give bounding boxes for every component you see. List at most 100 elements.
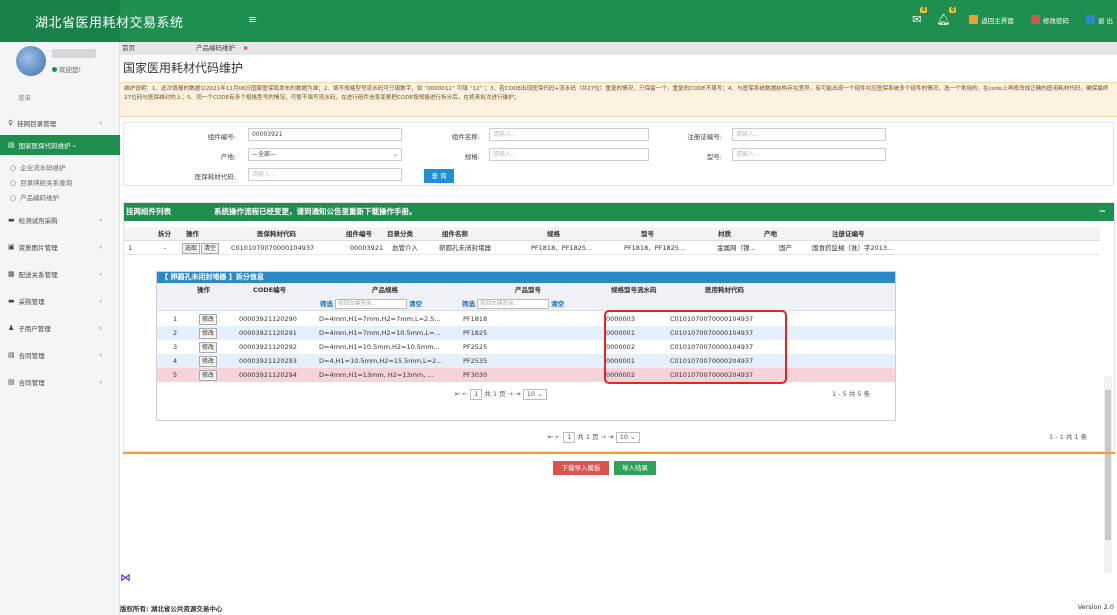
edit-button[interactable]: 修改: [199, 370, 218, 381]
copyright: 版权所有: 湖北省公共资源交易中心: [120, 605, 223, 613]
component-no-input[interactable]: 00003921: [248, 128, 402, 141]
avatar: [16, 46, 46, 76]
sidebar-item-reagent[interactable]: ▬ 检测试剂采购 ‹: [0, 213, 120, 227]
bell-icon[interactable]: 🔔︎ 0: [936, 7, 957, 26]
panel-notice: 系统操作流程已经变更，请到通知公告里重新下载操作手册。: [214, 207, 417, 216]
col-material: 材质: [718, 230, 731, 238]
model-filter: 筛选 按回车键查询... 清空: [462, 297, 564, 311]
cart-icon: ▬: [8, 297, 15, 305]
model-clear-button[interactable]: 清空: [551, 300, 564, 308]
table-row[interactable]: 1 - 选取 清空 C0101070070000104937 00003921 血…: [124, 241, 1100, 255]
sidebar-subitem-mapping[interactable]: ○ 目录映射关系查询: [10, 177, 72, 187]
model-filter-button[interactable]: 筛选: [462, 300, 475, 308]
sidebar-item-purchase[interactable]: ▬ 采购管理 ‹: [0, 294, 120, 308]
select-button[interactable]: 选取: [182, 243, 201, 254]
edit-button[interactable]: 修改: [199, 314, 218, 325]
row-spec: PF1818、PF1825...: [531, 244, 593, 252]
spec-filter: 筛选 按回车键查询... 清空: [320, 297, 422, 311]
edit-button[interactable]: 修改: [199, 342, 218, 353]
next-page-icon[interactable]: ⇢: [601, 433, 606, 441]
home-button[interactable]: 返回主界面: [969, 15, 1014, 25]
last-page-icon[interactable]: ⇥: [515, 390, 520, 398]
sidebar-item-images[interactable]: ▣ 资质图片管理 ‹: [0, 240, 120, 254]
spec-input[interactable]: 请输入...: [489, 148, 649, 161]
component-no-label: 组件编号:: [207, 133, 236, 141]
row-material: 金属网（镍...: [717, 244, 756, 252]
page-input[interactable]: 1: [563, 432, 576, 443]
cart-icon: ▬: [8, 216, 15, 224]
sidebar-item-contract-2[interactable]: ▤ 合同管理 ‹: [0, 375, 120, 389]
prev-page-icon[interactable]: ⇠: [463, 390, 468, 398]
change-password-button[interactable]: 修改密码: [1030, 15, 1069, 25]
search-button[interactable]: 查 询: [424, 169, 454, 183]
next-page-icon[interactable]: ⇢: [508, 390, 513, 398]
row-origin: 国产: [779, 244, 792, 252]
system-title: 湖北省医用耗材交易系统: [35, 16, 184, 31]
sidebar-item-insurance-code[interactable]: ▤ 国家医保代码维护 ⌄: [0, 135, 120, 155]
clear-button[interactable]: 清空: [201, 243, 220, 254]
document-icon: ▤: [8, 351, 15, 359]
online-dot-icon: [52, 67, 57, 72]
sidebar-item-delivery[interactable]: ▦ 配送关系管理 ‹: [0, 267, 120, 281]
last-page-icon[interactable]: ⇥: [608, 433, 613, 441]
page-input[interactable]: 1: [470, 389, 483, 400]
mail-icon[interactable]: ✉ 0: [912, 7, 928, 26]
split-row-model: PF2525: [463, 343, 488, 351]
spec-filter-input[interactable]: 按回车键查询...: [335, 299, 408, 309]
download-template-button[interactable]: 下载导入模板: [553, 461, 609, 475]
exit-button[interactable]: 退 出: [1085, 15, 1113, 25]
main-pager-summary: 1 - 1 共 1 条: [1049, 433, 1088, 441]
bell-badge: 0: [949, 7, 957, 13]
key-icon: [1030, 15, 1040, 24]
sidebar-item-catalog[interactable]: ♀ 挂网目录管理 ‹: [0, 116, 120, 130]
col-split: 拆分: [158, 230, 171, 238]
edit-button[interactable]: 修改: [199, 328, 218, 339]
import-result-button[interactable]: 导入结果: [614, 461, 656, 475]
tab-home[interactable]: 首页: [122, 42, 135, 55]
sidebar-item-contract[interactable]: ▤ 合同管理 ‹: [0, 348, 120, 362]
close-icon[interactable]: ×: [243, 44, 248, 52]
split-row-model: PF1825: [463, 329, 488, 337]
component-name-input[interactable]: 请输入...: [489, 128, 649, 141]
spec-filter-button[interactable]: 筛选: [320, 300, 333, 308]
page-title: 国家医用耗材代码维护: [123, 61, 244, 75]
split-row-model: PF3030: [463, 371, 488, 379]
first-page-icon[interactable]: ⇤: [455, 390, 460, 398]
code-input[interactable]: 请输入...: [248, 168, 402, 181]
row-name: 卵圆孔未闭封堵器: [439, 244, 491, 252]
page-size-select[interactable]: 10 ⌄: [522, 389, 547, 400]
row-split[interactable]: -: [164, 241, 166, 255]
circle-icon: ○: [10, 194, 17, 202]
sidebar: 欢迎您! 菜单 ♀ 挂网目录管理 ‹ ▤ 国家医保代码维护 ⌄ ○ 企业流水码维护 ○ 目录…: [0, 42, 120, 615]
vertical-scrollbar[interactable]: [1104, 376, 1112, 573]
origin-select[interactable]: —全部— ⌄: [248, 148, 402, 161]
exit-icon: [1085, 15, 1095, 24]
sidebar-subitem-product-code[interactable]: ○ 产品编码维护: [10, 192, 59, 202]
chevron-left-icon: ‹: [99, 270, 102, 278]
chevron-left-icon: ‹: [99, 243, 102, 251]
row-reg-no: 国食药监械（准）字2013...: [812, 244, 894, 252]
split-pager: ⇤ ⇠ 1 共 1 页 ⇢ ⇥ 10 ⌄: [455, 388, 547, 400]
model-filter-input[interactable]: 按回车键查询...: [477, 299, 550, 309]
first-page-icon[interactable]: ⇤: [548, 433, 553, 441]
scrollbar-thumb[interactable]: [1105, 390, 1111, 540]
edit-button[interactable]: 修改: [199, 356, 218, 367]
split-table-header: 操作 CODE编号 产品规格 产品型号 规格型号流水码 医用耗材代码: [157, 283, 895, 297]
split-row-edit: 修改: [199, 368, 218, 382]
reg-no-input[interactable]: 请输入...: [732, 128, 886, 141]
menu-toggle-icon[interactable]: ≡: [248, 13, 257, 26]
split-info-title: 【 卵圆孔未闭封堵器 】拆分信息: [157, 272, 895, 283]
tab-product-code[interactable]: 产品编码维护 ×: [196, 42, 248, 55]
spec-clear-button[interactable]: 清空: [409, 300, 422, 308]
sidebar-item-subusers[interactable]: ♟ 子用户管理 ‹: [0, 321, 120, 335]
minimize-icon[interactable]: −: [1098, 203, 1106, 221]
model-input[interactable]: 请输入...: [732, 148, 886, 161]
split-row-edit: 修改: [199, 326, 218, 340]
sidebar-subitem-serial[interactable]: ○ 企业流水码维护: [10, 162, 66, 172]
split-row-code: 00003921120291: [239, 329, 297, 337]
vs-icon[interactable]: ⋈: [120, 571, 131, 584]
page-size-select[interactable]: 10 ⌄: [615, 432, 640, 443]
circle-icon: ○: [10, 179, 17, 187]
prev-page-icon[interactable]: ⇠: [556, 433, 561, 441]
split-row-index: 3: [173, 343, 178, 351]
